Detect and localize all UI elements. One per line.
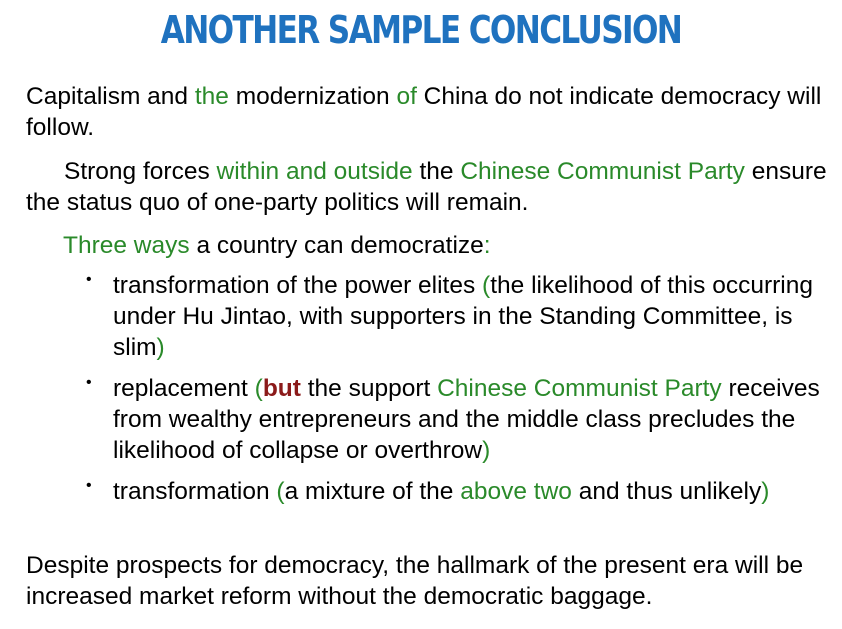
p1-highlight-the: the — [194, 83, 229, 110]
bullet-icon: • — [86, 271, 92, 288]
p3-colon: : — [483, 232, 491, 259]
page-title: ANOTHER SAMPLE CONCLUSION — [160, 8, 683, 52]
p1-text-2: modernization — [228, 83, 397, 110]
p2-highlight-ccp: Chinese Communist Party — [460, 158, 745, 185]
paragraph-capitalism: Capitalism and the modernization of Chin… — [26, 81, 826, 143]
bullet-3-text-2: a mixture of the — [284, 478, 461, 505]
p1-highlight-of: of — [396, 83, 417, 110]
bullet-2-paren-open: ( — [254, 375, 263, 402]
list-item: • replacement (but the support Chinese C… — [86, 373, 826, 466]
bullet-2-highlight-but: but — [262, 375, 301, 402]
p3-text-1: a country can democratize — [189, 232, 484, 259]
bullet-1-paren-close: ) — [156, 334, 165, 361]
list-item: • transformation of the power elites (th… — [86, 270, 826, 363]
bullet-3-text-3: and thus unlikely — [571, 478, 762, 505]
bullet-3-text-1: transformation — [113, 478, 277, 505]
bullet-2-text-1: replacement — [113, 375, 255, 402]
bullet-2-paren-close: ) — [482, 437, 491, 464]
paragraph-three-ways: Three ways a country can democratize: — [63, 230, 823, 261]
bullet-icon: • — [86, 477, 92, 494]
bullet-3-paren-close: ) — [761, 478, 770, 505]
bullet-text: replacement (but the support Chinese Com… — [113, 373, 826, 466]
p2-highlight-within-outside: within and outside — [216, 158, 413, 185]
paragraph-strong-forces: Strong forces within and outside the Chi… — [26, 156, 836, 218]
bullet-2-highlight-ccp: Chinese Communist Party — [437, 375, 722, 402]
p3-highlight-three-ways: Three ways — [63, 232, 190, 259]
bullet-3-highlight-above-two: above two — [460, 478, 572, 505]
bullet-text: transformation of the power elites (the … — [113, 270, 826, 363]
bullet-icon: • — [86, 374, 92, 391]
paragraph-despite: Despite prospects for democracy, the hal… — [26, 552, 804, 610]
p2-text-2: the — [412, 158, 461, 185]
bullet-1-text-1: transformation of the power elites — [113, 272, 483, 299]
bullet-3-paren-open: ( — [276, 478, 285, 505]
p1-text-1: Capitalism and — [26, 83, 195, 110]
list-item: • transformation (a mixture of the above… — [86, 476, 826, 507]
bullet-1-paren-open: ( — [482, 272, 491, 299]
p2-text-1: Strong forces — [64, 158, 217, 185]
bullet-2-text-2: the support — [300, 375, 438, 402]
bullet-text: transformation (a mixture of the above t… — [113, 476, 826, 507]
